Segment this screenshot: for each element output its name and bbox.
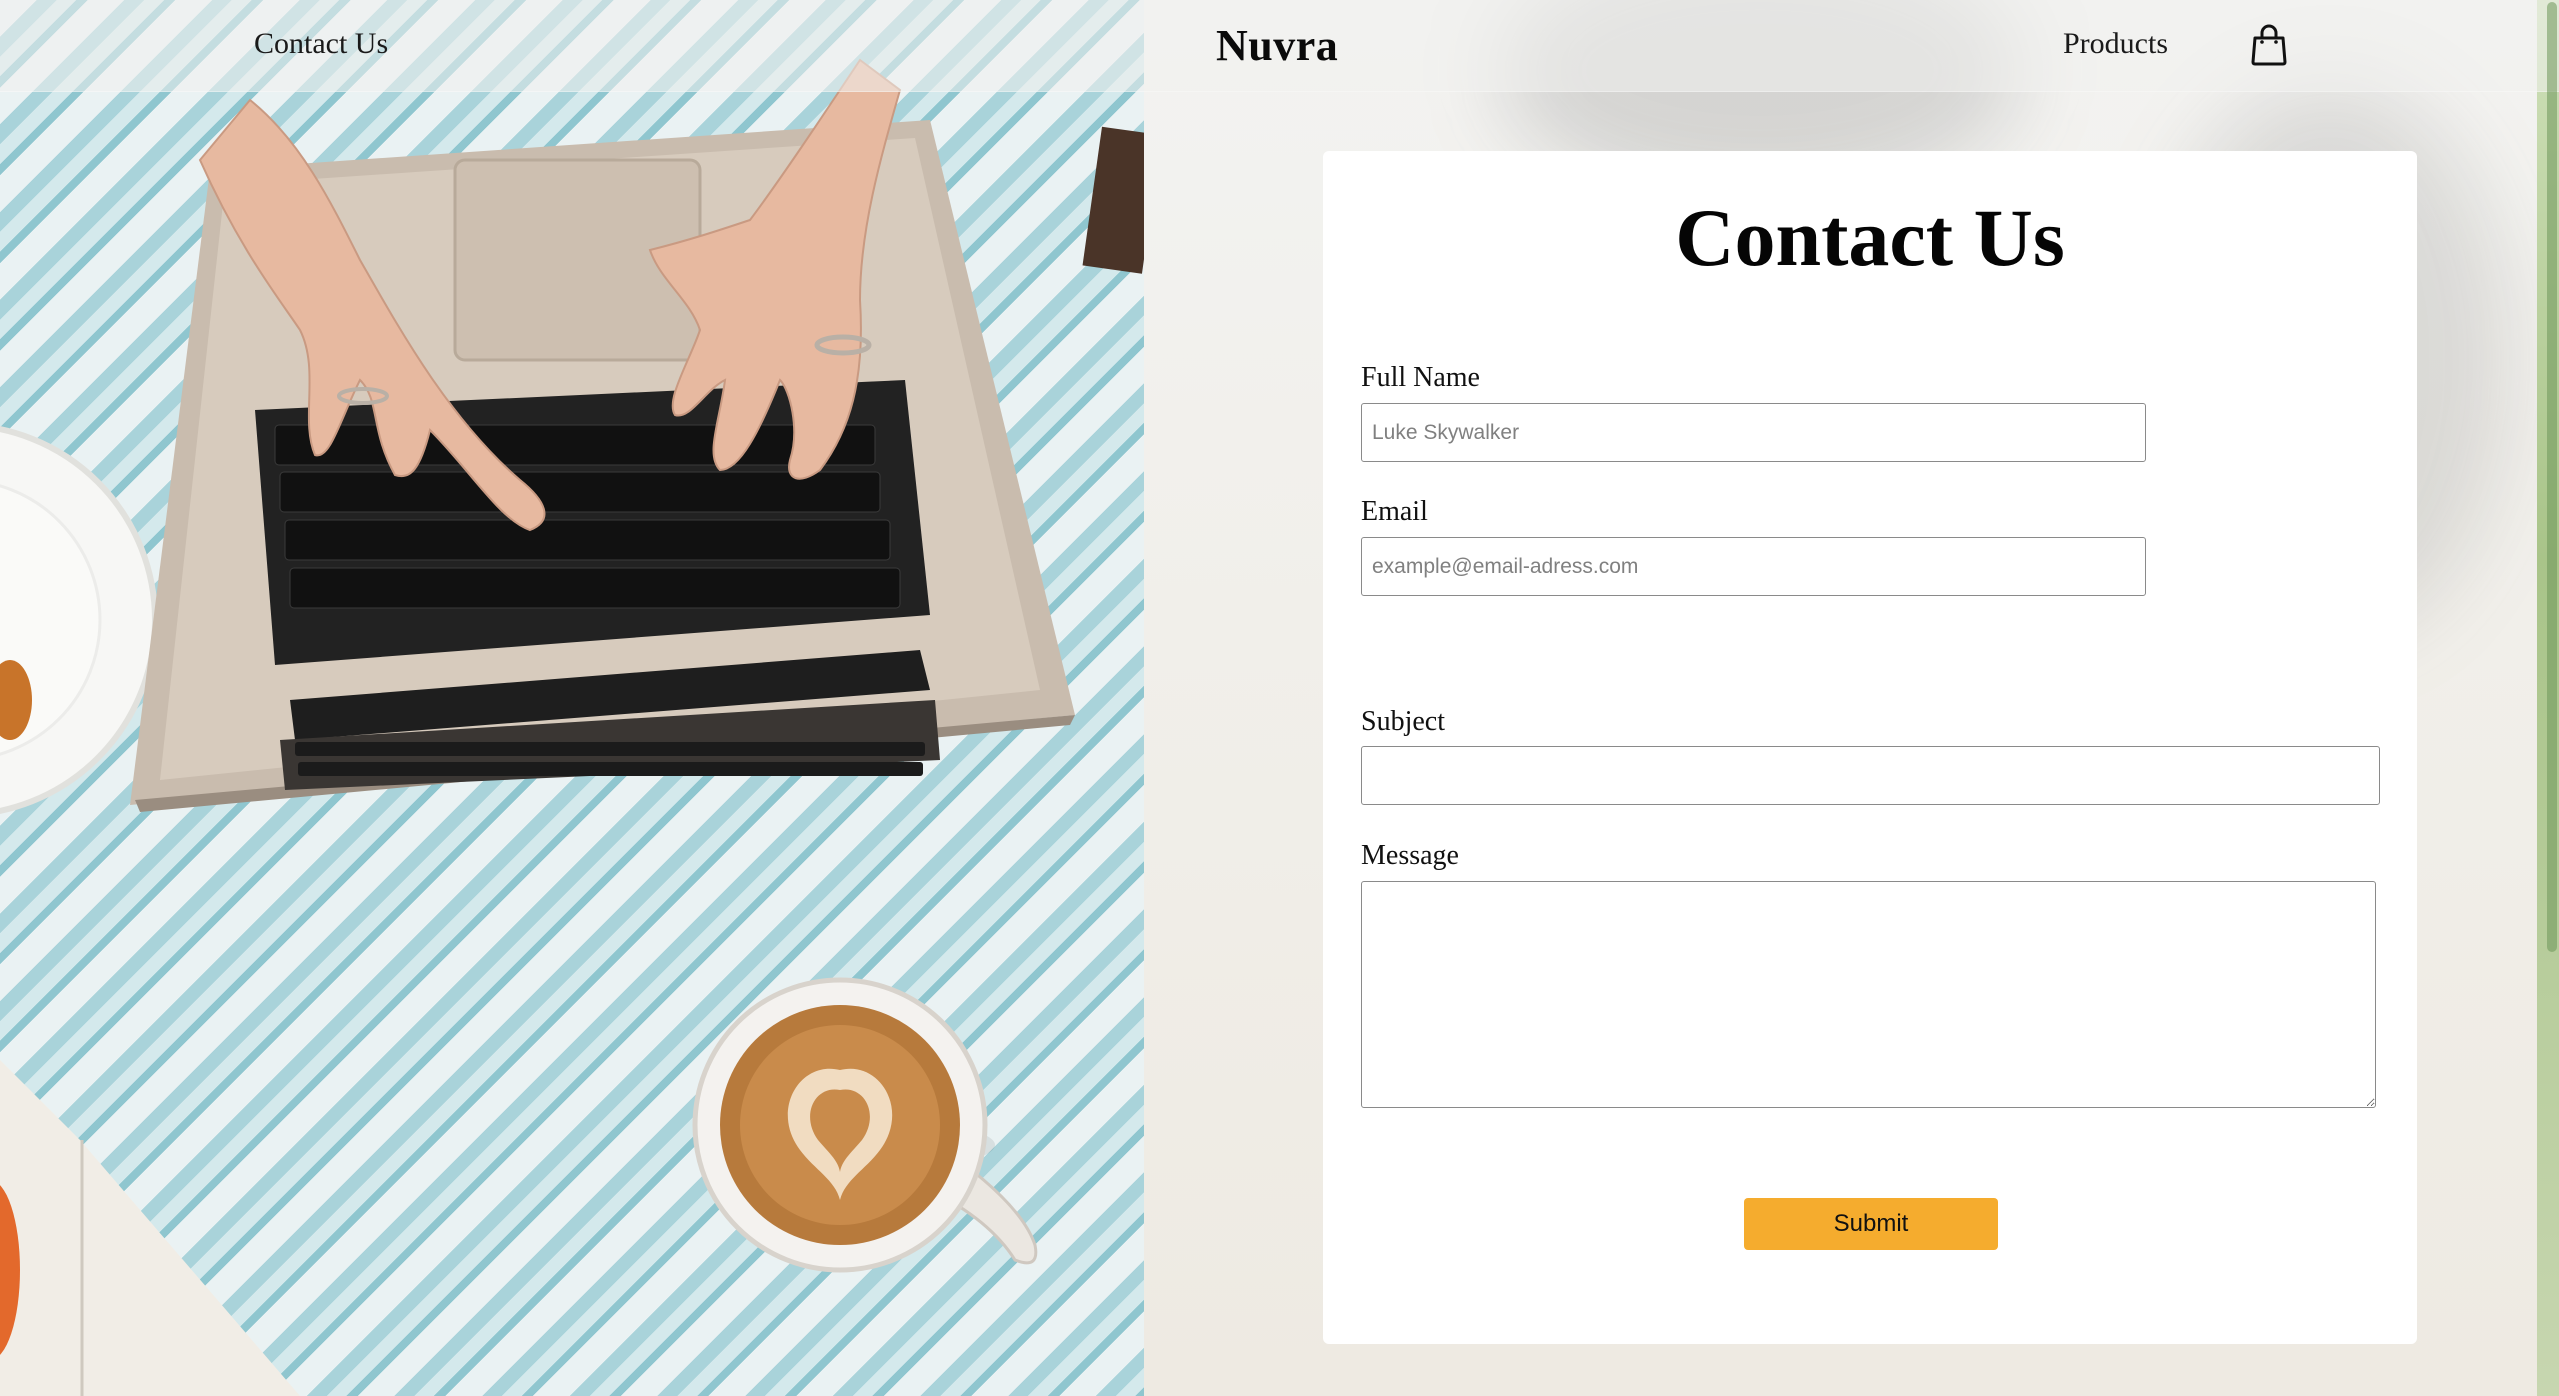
email-label: Email [1361,496,1428,527]
page-scrollbar[interactable] [2545,0,2559,1396]
full-name-label: Full Name [1361,362,1480,393]
subject-input[interactable] [1361,746,2380,805]
laptop-coffee-illustration [0,58,1144,1396]
tray [0,1060,300,1396]
scrollbar-thumb[interactable] [2547,2,2557,952]
message-textarea[interactable] [1361,881,2376,1108]
shopping-bag-icon[interactable] [2250,24,2288,66]
top-navigation: Contact Us Nuvra Products [0,0,2559,92]
email-input[interactable] [1361,537,2146,596]
nav-link-products[interactable]: Products [2063,27,2168,61]
hero-photo [0,0,1144,1396]
full-name-input[interactable] [1361,403,2146,462]
submit-button[interactable]: Submit [1744,1198,1998,1250]
nav-link-contact-us[interactable]: Contact Us [254,27,388,61]
brand-logo[interactable]: Nuvra [1216,20,1338,71]
notebook [1082,126,1144,274]
message-label: Message [1361,840,1459,871]
coffee-cup [692,977,1038,1273]
subject-label: Subject [1361,706,1445,737]
form-title: Contact Us [1675,192,2065,283]
contact-form: Contact Us Full Name Email Subject Messa… [1323,151,2417,1344]
